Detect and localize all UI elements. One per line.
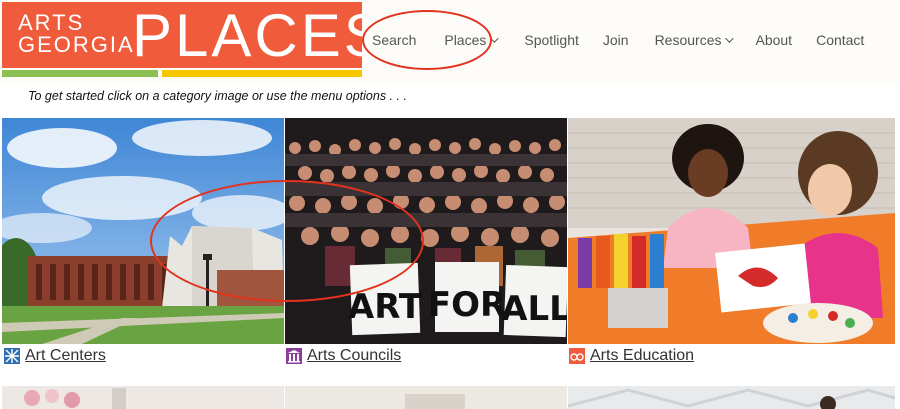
second-row-image-2[interactable]	[285, 386, 567, 409]
art-centers-photo	[2, 118, 284, 344]
logo-places-text: PLACES	[132, 2, 362, 68]
main-nav: Search Places Spotlight Join Resources A…	[370, 28, 864, 52]
nav-join[interactable]: Join	[603, 32, 629, 48]
nav-about-label: About	[755, 32, 793, 48]
arts-councils-photo: ART FOR ALL	[285, 118, 567, 344]
art-centers-icon	[4, 348, 20, 364]
second-row-image-1[interactable]	[2, 386, 284, 409]
logo-small-text: ARTS GEORGIA	[18, 12, 135, 56]
chevron-down-icon	[725, 34, 735, 43]
nav-contact[interactable]: Contact	[816, 32, 864, 48]
category-arts-councils[interactable]: Arts Councils	[286, 345, 401, 367]
nav-contact-label: Contact	[816, 32, 865, 48]
category-arts-education[interactable]: Arts Education	[569, 345, 694, 367]
site-header: ARTS GEORGIA PLACES Search Places Spotli…	[0, 0, 900, 84]
category-arts-education-label: Arts Education	[590, 347, 695, 364]
nav-about[interactable]: About	[755, 32, 792, 48]
site-logo[interactable]: ARTS GEORGIA PLACES	[2, 2, 362, 68]
arts-education-image[interactable]	[568, 118, 895, 344]
nav-spotlight-label: Spotlight	[524, 32, 579, 48]
arts-councils-icon	[286, 348, 302, 364]
nav-join-label: Join	[602, 32, 629, 48]
art-centers-image[interactable]	[2, 118, 284, 344]
sign-art: ART	[348, 287, 423, 327]
nav-places[interactable]: Places	[444, 32, 500, 48]
nav-resources[interactable]: Resources	[654, 32, 735, 48]
logo-green-bar	[2, 70, 158, 77]
category-arts-councils-label: Arts Councils	[307, 347, 402, 364]
nav-places-label: Places	[444, 32, 487, 48]
category-art-centers-label: Art Centers	[25, 347, 106, 364]
intro-text: To get started click on a category image…	[28, 89, 407, 103]
arts-education-icon	[569, 348, 585, 364]
chevron-down-icon	[490, 34, 500, 43]
nav-resources-label: Resources	[654, 32, 722, 48]
second-row-photo-1	[24, 388, 126, 409]
sign-for: FOR	[428, 285, 506, 325]
logo-line-arts: ARTS	[18, 10, 85, 35]
logo-line-georgia: GEORGIA	[18, 32, 135, 57]
second-row-photo-3	[568, 388, 895, 409]
arts-councils-image[interactable]: ART FOR ALL	[285, 118, 567, 344]
nav-spotlight[interactable]: Spotlight	[524, 32, 578, 48]
category-art-centers[interactable]: Art Centers	[4, 345, 106, 367]
logo-yellow-bar	[162, 70, 362, 77]
second-row-photo-2	[285, 386, 567, 409]
nav-search[interactable]: Search	[372, 32, 416, 48]
second-row-image-3[interactable]	[568, 386, 895, 409]
sign-all: ALL	[501, 289, 567, 329]
nav-search-label: Search	[372, 32, 417, 48]
arts-education-photo	[568, 118, 895, 344]
